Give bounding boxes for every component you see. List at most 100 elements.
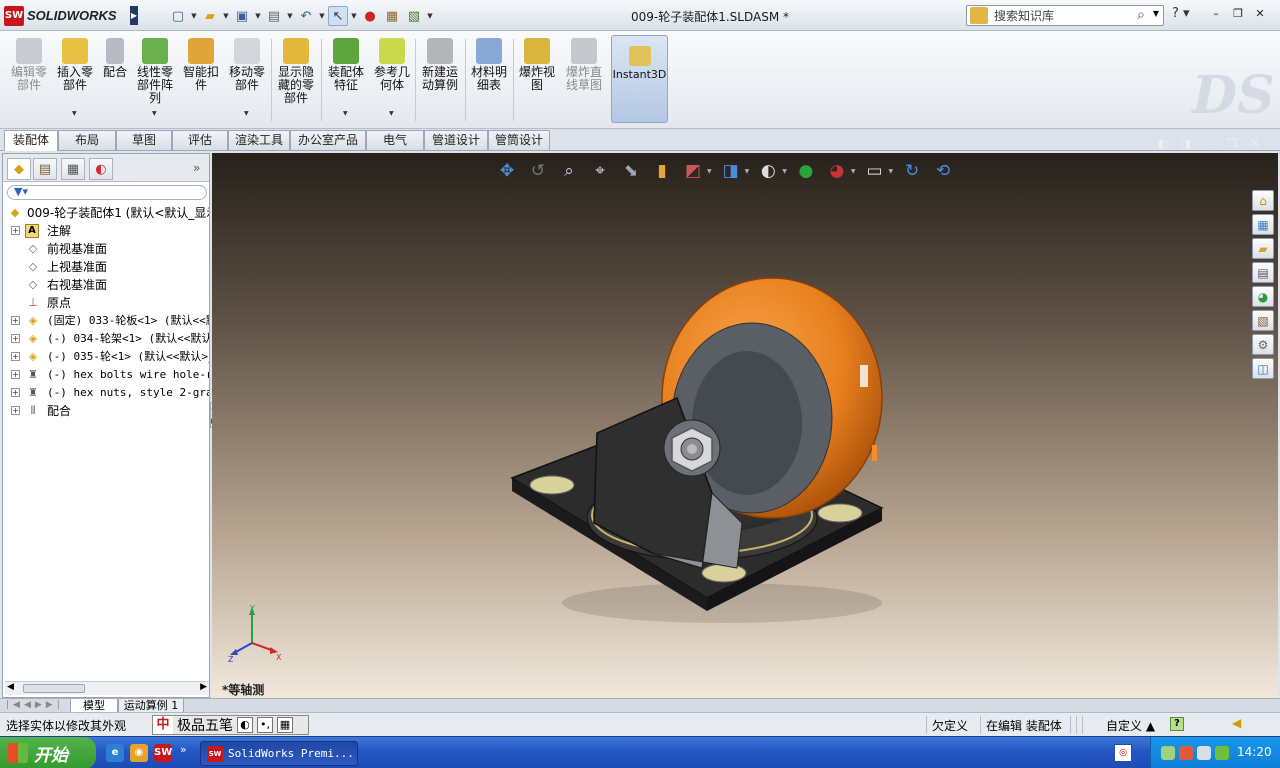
solidworks-resources-home-icon[interactable]: ⌂ — [1252, 190, 1274, 211]
display-style-icon[interactable]: ◐ — [756, 159, 780, 183]
tree-item-top-plane[interactable]: ◇ 上视基准面 — [3, 258, 209, 276]
more-tabs-chevron-icon[interactable]: » — [193, 161, 200, 175]
menu-flyout-arrow[interactable]: ▶ — [130, 6, 138, 25]
design-library-icon[interactable]: ▦ — [1252, 214, 1274, 235]
open-folder-icon[interactable]: ▰ — [200, 6, 220, 26]
expand-toggle[interactable]: + — [11, 388, 20, 397]
status-expand-icon[interactable]: ◀ — [1232, 716, 1241, 730]
select-dropdown-icon[interactable]: ▼ — [350, 12, 358, 20]
ime-chinese-toggle[interactable]: 中 — [153, 716, 173, 734]
pane-left-icon[interactable]: ◧ — [1156, 137, 1170, 151]
expand-toggle[interactable]: + — [11, 334, 20, 343]
expand-toggle[interactable]: + — [11, 406, 20, 415]
undo-icon[interactable]: ↶ — [296, 6, 316, 26]
view-orientation-cube-icon[interactable]: ◨ — [719, 159, 743, 183]
start-button[interactable]: 开始 — [0, 737, 96, 768]
reference-geometry-button[interactable]: 参考几何体 ▼ — [371, 34, 413, 126]
expand-toggle[interactable]: + — [11, 370, 20, 379]
refresh-icon[interactable]: ⟲ — [931, 159, 955, 183]
tree-item-front-plane[interactable]: ◇ 前视基准面 — [3, 240, 209, 258]
tree-item-annotations[interactable]: + A 注解 — [3, 222, 209, 240]
mate-button[interactable]: 配合 — [100, 34, 130, 126]
tab-office-products[interactable]: 办公室产品 — [290, 130, 366, 150]
solidworks-launch-icon[interactable]: SW — [154, 744, 172, 762]
new-dropdown-icon[interactable]: ▼ — [190, 12, 198, 20]
open-dropdown-icon[interactable]: ▼ — [222, 12, 230, 20]
bill-of-materials-button[interactable]: 材料明细表 — [468, 34, 510, 126]
tree-item-hex-bolts[interactable]: + ♜ (-) hex bolts wire hole-red — [3, 366, 209, 384]
propertymanager-tab-icon[interactable]: ▤ — [33, 158, 57, 180]
tray-update-icon[interactable] — [1215, 746, 1229, 760]
section-view-icon[interactable]: ▮ — [650, 159, 674, 183]
new-motion-study-button[interactable]: 新建运动算例 — [419, 34, 461, 126]
explode-line-sketch-button[interactable]: 爆炸直线草图 — [562, 34, 606, 126]
toolbox-icon[interactable]: ⚙ — [1252, 334, 1274, 355]
close-icon[interactable]: ✕ — [1252, 6, 1268, 22]
tree-root-assembly[interactable]: ◆ 009-轮子装配体1 (默认<默认_显示状态-1>) — [3, 204, 209, 222]
restore-icon[interactable]: ❐ — [1230, 6, 1246, 22]
view-palette-icon[interactable]: ▤ — [1252, 262, 1274, 283]
configurationmanager-tab-icon[interactable]: ▦ — [61, 158, 85, 180]
tray-network-icon[interactable] — [1161, 746, 1175, 760]
instant3d-button[interactable]: Instant3D — [611, 35, 668, 123]
knowledge-search-box[interactable]: 搜索知识库 ⌕ ▼ — [966, 5, 1164, 26]
ime-keyboard-icon[interactable]: ▦ — [277, 717, 293, 733]
scroll-left-icon[interactable]: ◀ — [7, 682, 14, 692]
expand-toggle[interactable]: + — [11, 226, 20, 235]
tree-item-origin[interactable]: ⊥ 原点 — [3, 294, 209, 312]
minimize-icon[interactable]: – — [1208, 6, 1224, 22]
ime-punctuation-icon[interactable]: •, — [257, 717, 273, 733]
tab-electrical[interactable]: 电气 — [366, 130, 424, 150]
doc-minimize-icon[interactable]: – — [1202, 137, 1216, 151]
previous-view-icon[interactable]: ↺ — [526, 159, 550, 183]
3d-content-central-icon[interactable]: ◫ — [1252, 358, 1274, 379]
taskbar-solidworks-button[interactable]: SW SolidWorks Premi... — [200, 741, 358, 766]
pan-arrows-icon[interactable]: ✥ — [495, 159, 519, 183]
tab-model[interactable]: 模型 — [70, 699, 118, 713]
quick-launch-more-icon[interactable]: » — [180, 743, 187, 756]
scene-icon[interactable]: ◕ — [825, 159, 849, 183]
tab-piping[interactable]: 管道设计 — [424, 130, 488, 150]
tab-assembly[interactable]: 装配体 — [4, 130, 58, 151]
featuremanager-tab-icon[interactable]: ◆ — [7, 158, 31, 180]
scroll-thumb[interactable] — [23, 684, 85, 693]
tab-tubing[interactable]: 管筒设计 — [488, 130, 550, 150]
rotate-view-icon[interactable]: ↻ — [900, 159, 924, 183]
tree-item-hex-nuts[interactable]: + ♜ (-) hex nuts, style 2-grade — [3, 384, 209, 402]
view-settings-icon[interactable]: ▭ — [863, 159, 887, 183]
tree-item-part-033[interactable]: + ◈ (固定) 033-轮板<1> (默认<<默认>_显示状态 1>) — [3, 312, 209, 330]
tab-render-tools[interactable]: 渲染工具 — [228, 130, 290, 150]
exploded-view-button[interactable]: 爆炸视图 — [516, 34, 558, 126]
internet-explorer-icon[interactable]: e — [106, 744, 124, 762]
zoom-to-fit-icon[interactable]: ⌕ — [557, 159, 581, 183]
zoom-selection-icon[interactable]: ⬊ — [619, 159, 643, 183]
linear-pattern-button[interactable]: 线性零部件阵列 ▼ — [134, 34, 176, 126]
edit-component-button[interactable]: 编辑零部件 — [8, 34, 50, 126]
taskbar-clock[interactable]: 14:20 — [1237, 745, 1272, 759]
tree-horizontal-scrollbar[interactable]: ◀ ▶ — [5, 681, 209, 695]
move-component-button[interactable]: 移动零部件 ▼ — [226, 34, 268, 126]
status-units-custom[interactable]: 自定义 ▲ — [1106, 717, 1155, 734]
tab-layout[interactable]: 布局 — [58, 130, 116, 150]
tab-sketch[interactable]: 草图 — [116, 130, 172, 150]
save-icon[interactable]: ▣ — [232, 6, 252, 26]
file-properties-icon[interactable]: ▦ — [382, 6, 402, 26]
ime-toolbar[interactable]: 中 极品五笔 ◐ •, ▦ — [152, 715, 309, 735]
file-explorer-icon[interactable]: ▰ — [1252, 238, 1274, 259]
print-icon[interactable]: ▤ — [264, 6, 284, 26]
ime-moon-icon[interactable]: ◐ — [237, 717, 253, 733]
displaymanager-tab-icon[interactable]: ◐ — [89, 158, 113, 180]
show-hidden-components-button[interactable]: 显示隐藏的零部件 — [275, 34, 317, 126]
appearances-scenes-icon[interactable]: ◕ — [1252, 286, 1274, 307]
undo-dropdown-icon[interactable]: ▼ — [318, 12, 326, 20]
dynamic-annotation-icon[interactable]: ◩ — [681, 159, 705, 183]
zoom-to-area-icon[interactable]: ⌖ — [588, 159, 612, 183]
graphics-viewport[interactable]: ✥ ↺ ⌕ ⌖ ⬊ ▮ ◩ ▼ ◨ ▼ ◐ ▼ ● ◕ ▼ ▭ ▼ ↻ ⟲ Y … — [212, 153, 1278, 698]
tree-filter-field[interactable]: ▼▾ — [7, 185, 207, 200]
search-icon[interactable]: ⌕ — [1137, 7, 1145, 23]
tray-volume-icon[interactable] — [1197, 746, 1211, 760]
caster-wheel-assembly-model[interactable] — [502, 223, 902, 623]
doc-restore-icon[interactable]: ❐ — [1225, 137, 1239, 151]
pane-right-icon[interactable]: ◨ — [1179, 137, 1193, 151]
tab-scroll-arrows-icon[interactable]: |◀◀▶▶| — [6, 700, 64, 710]
